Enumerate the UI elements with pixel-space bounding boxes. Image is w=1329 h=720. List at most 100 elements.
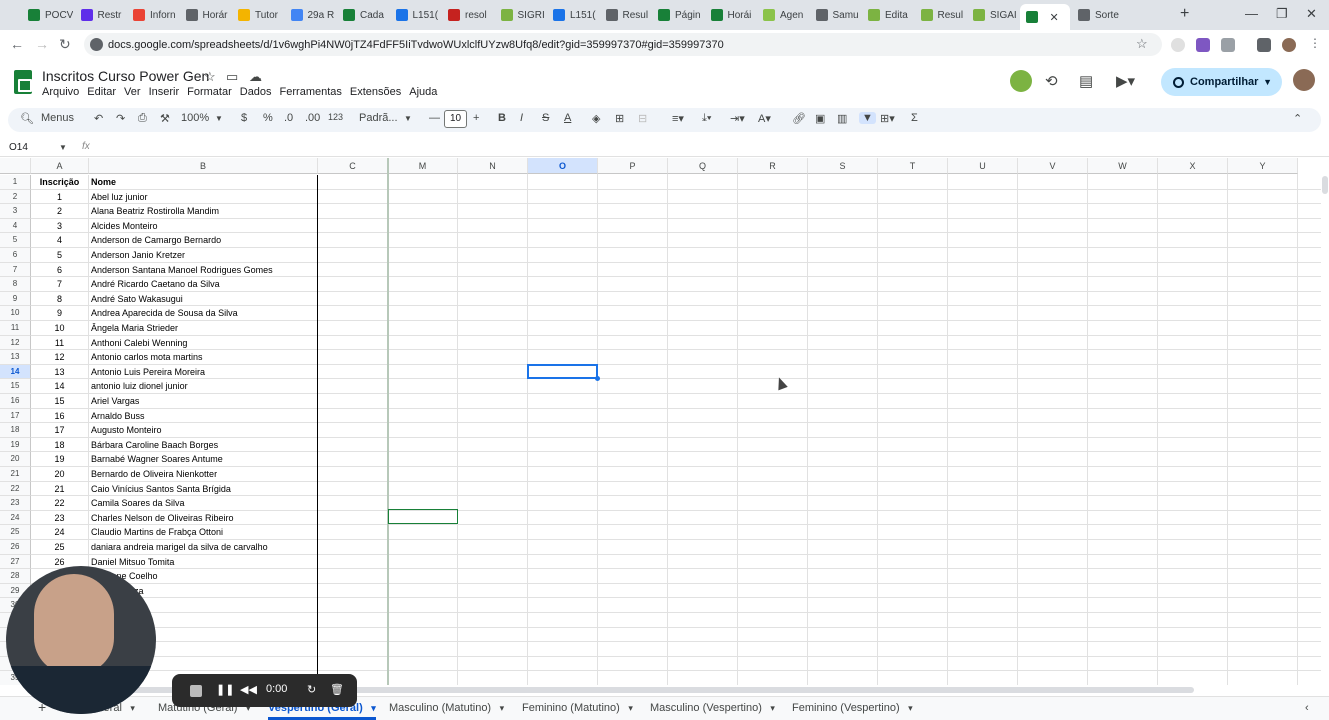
- cell-inscricao[interactable]: 18: [31, 437, 89, 453]
- share-dropdown-icon[interactable]: ▼: [1263, 77, 1272, 87]
- collaborator-avatar-icon[interactable]: [1010, 70, 1032, 92]
- cell-nome[interactable]: Antonio carlos mota martins: [89, 350, 318, 365]
- cell-inscricao[interactable]: 15: [31, 394, 89, 409]
- row-header[interactable]: 25: [0, 525, 31, 540]
- browser-tab[interactable]: Págin: [652, 4, 703, 26]
- menu-7[interactable]: Extensões: [350, 86, 406, 98]
- maximize-button[interactable]: ❐: [1276, 6, 1288, 22]
- insert-comment-icon[interactable]: ▣: [815, 112, 825, 125]
- selected-cell[interactable]: [527, 364, 598, 379]
- cell-inscricao[interactable]: 20: [31, 467, 89, 482]
- cell-nome[interactable]: daniara andreia marigel da silva de carv…: [89, 540, 318, 555]
- filter-views-icon[interactable]: ⊞▾: [880, 112, 895, 125]
- sheet-tab[interactable]: Masculino (Matutino) ▾: [389, 702, 504, 714]
- redo-icon[interactable]: ↷: [116, 112, 125, 125]
- menu-0[interactable]: Arquivo: [42, 86, 84, 98]
- browser-tab[interactable]: Horár: [180, 4, 231, 26]
- menu-1[interactable]: Editar: [87, 86, 121, 98]
- row-header[interactable]: 13: [0, 350, 31, 365]
- extensions-puzzle-icon[interactable]: [1221, 38, 1235, 52]
- cell-inscricao[interactable]: 19: [31, 452, 89, 467]
- document-title[interactable]: Inscritos Curso Power Gen: [42, 68, 209, 84]
- star-icon[interactable]: ☆: [204, 69, 216, 85]
- row-header[interactable]: 22: [0, 481, 31, 497]
- menu-2[interactable]: Ver: [124, 86, 146, 98]
- cell-inscricao[interactable]: 4: [31, 233, 89, 248]
- column-header[interactable]: Y: [1228, 158, 1298, 174]
- browser-tab[interactable]: Resul: [915, 4, 966, 26]
- back-icon[interactable]: ←: [10, 36, 24, 52]
- currency-format-button[interactable]: $: [241, 112, 247, 124]
- browser-tab[interactable]: SIGAI: [967, 4, 1018, 26]
- cell-nome[interactable]: Bernardo de Oliveira Nienkotter: [89, 467, 318, 482]
- browser-tab[interactable]: 29a R: [285, 4, 336, 26]
- cell-nome[interactable]: Andrea Aparecida de Sousa da Silva: [89, 306, 318, 321]
- extension-icon[interactable]: [1171, 38, 1185, 52]
- cloud-status-icon[interactable]: ☁: [249, 69, 262, 85]
- cell-nome[interactable]: André Sato Wakasugui: [89, 291, 318, 307]
- row-header[interactable]: 16: [0, 394, 31, 409]
- menu-6[interactable]: Ferramentas: [280, 86, 347, 98]
- search-icon[interactable]: 🔍︎: [20, 112, 34, 125]
- row-header[interactable]: 6: [0, 248, 31, 263]
- close-window-button[interactable]: ✕: [1306, 6, 1317, 22]
- fill-color-icon[interactable]: ◈: [592, 112, 600, 125]
- cell-nome[interactable]: Anderson de Camargo Bernardo: [89, 233, 318, 248]
- browser-tab[interactable]: Cada: [337, 4, 388, 26]
- increase-decimal-button[interactable]: .00: [305, 112, 320, 124]
- cell-nome[interactable]: Alcides Monteiro: [89, 218, 318, 234]
- column-header[interactable]: X: [1158, 158, 1228, 174]
- name-box-dropdown-icon[interactable]: ▼: [59, 143, 67, 152]
- column-header[interactable]: P: [598, 158, 668, 174]
- row-header[interactable]: 5: [0, 233, 31, 248]
- version-history-icon[interactable]: ⟲: [1045, 72, 1058, 90]
- sheet-tab[interactable]: Masculino (Vespertino) ▾: [650, 702, 775, 714]
- row-header[interactable]: 11: [0, 321, 31, 336]
- menus-search[interactable]: Menus: [41, 112, 74, 124]
- vertical-scroll-thumb[interactable]: [1322, 176, 1328, 194]
- cell-nome[interactable]: Claudio Martins de Frabça Ottoni: [89, 525, 318, 540]
- cell-inscricao[interactable]: Inscrição: [31, 175, 89, 190]
- cell-inscricao[interactable]: 21: [31, 481, 89, 497]
- cell-inscricao[interactable]: 17: [31, 423, 89, 438]
- functions-icon[interactable]: Σ: [911, 112, 918, 124]
- column-header[interactable]: A: [31, 158, 89, 174]
- column-header[interactable]: M: [388, 158, 458, 174]
- text-rotation-icon[interactable]: A▾: [758, 112, 771, 125]
- delete-recording-icon[interactable]: 🗑︎: [330, 683, 344, 696]
- row-header[interactable]: 3: [0, 204, 31, 219]
- url-field[interactable]: docs.google.com/spreadsheets/d/1v6wghPi4…: [84, 33, 1162, 56]
- row-header[interactable]: 24: [0, 510, 31, 526]
- cell-nome[interactable]: Alana Beatriz Rostirolla Mandim: [89, 204, 318, 219]
- cell-nome[interactable]: Ariel Vargas: [89, 394, 318, 409]
- insert-link-icon[interactable]: 🔗︎: [792, 112, 806, 125]
- font-size-decrease-icon[interactable]: —: [429, 112, 440, 124]
- restart-icon[interactable]: ↻: [307, 683, 316, 696]
- browser-tab[interactable]: Restr: [75, 4, 126, 26]
- bookmark-star-icon[interactable]: ☆: [1136, 36, 1148, 52]
- browser-tab[interactable]: Samu: [810, 4, 861, 26]
- print-icon[interactable]: ⎙: [138, 112, 147, 125]
- browser-tab[interactable]: Inforn: [127, 4, 178, 26]
- cell-nome[interactable]: Augusto Monteiro: [89, 423, 318, 438]
- column-header[interactable]: W: [1088, 158, 1158, 174]
- row-header[interactable]: 4: [0, 218, 31, 234]
- vertical-align-icon[interactable]: ⤓▾: [702, 112, 711, 125]
- column-header[interactable]: U: [948, 158, 1018, 174]
- number-format-button[interactable]: 123: [328, 112, 343, 122]
- row-header[interactable]: 27: [0, 554, 31, 570]
- row-header[interactable]: 1: [0, 175, 31, 190]
- cell-nome[interactable]: Anderson Santana Manoel Rodrigues Gomes: [89, 262, 318, 278]
- cell-nome[interactable]: Camila Soares da Silva: [89, 496, 318, 511]
- zoom-select[interactable]: 100%: [181, 112, 209, 124]
- horizontal-align-icon[interactable]: ≡▾: [672, 112, 684, 125]
- browser-tab[interactable]: Sorte: [1072, 4, 1123, 26]
- cell-inscricao[interactable]: 9: [31, 306, 89, 321]
- vertical-scrollbar[interactable]: [1321, 174, 1329, 685]
- column-header[interactable]: R: [738, 158, 808, 174]
- cell-inscricao[interactable]: 5: [31, 248, 89, 263]
- cell-inscricao[interactable]: 25: [31, 540, 89, 555]
- cell-nome[interactable]: Bárbara Caroline Baach Borges: [89, 437, 318, 453]
- font-size-increase-icon[interactable]: +: [473, 112, 479, 124]
- row-header[interactable]: 26: [0, 540, 31, 555]
